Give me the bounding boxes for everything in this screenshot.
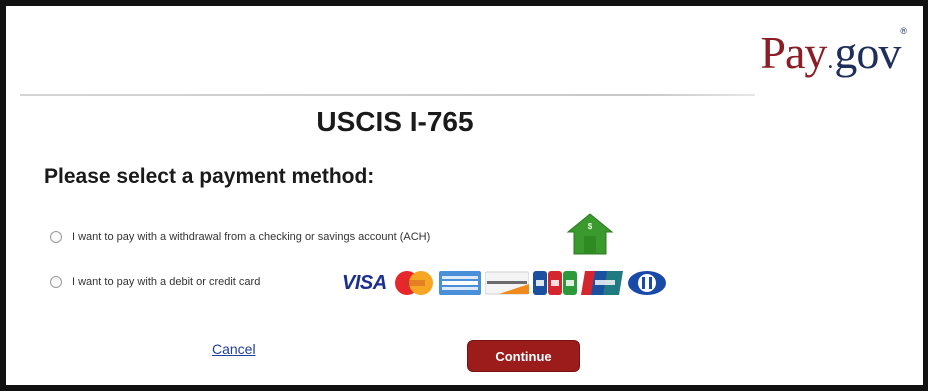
amex-logo — [438, 271, 481, 295]
card-option-label[interactable]: I want to pay with a debit or credit car… — [72, 276, 260, 288]
logo-gov-text: gov — [834, 27, 901, 78]
logo-registered-mark: ® — [900, 26, 907, 36]
diners-club-logo — [627, 271, 666, 295]
page-title: USCIS I-765 — [316, 106, 474, 137]
unionpay-logo — [580, 271, 623, 295]
ach-option-label[interactable]: I want to pay with a withdrawal from a c… — [72, 231, 430, 243]
card-logos: VISA — [342, 268, 671, 298]
ach-option[interactable]: I want to pay with a withdrawal from a c… — [50, 231, 430, 243]
mastercard-logo — [394, 271, 433, 295]
jcb-logo — [532, 271, 577, 295]
cancel-link[interactable]: Cancel — [212, 341, 256, 357]
payment-method-heading: Please select a payment method: — [44, 165, 375, 188]
header-divider — [20, 94, 755, 96]
ach-radio[interactable] — [50, 231, 62, 243]
logo-pay-text: Pay — [760, 27, 827, 78]
payment-method-page: Pay . gov ® USCIS I-765 Please select a … — [0, 0, 928, 391]
continue-button[interactable]: Continue — [467, 340, 580, 372]
paygov-logo: Pay . gov ® — [760, 22, 907, 76]
logo-dot-text: . — [827, 48, 834, 74]
card-radio[interactable] — [50, 276, 62, 288]
bank-house-icon: $ — [566, 213, 614, 255]
svg-text:$: $ — [588, 222, 593, 231]
discover-logo — [484, 271, 529, 295]
visa-logo: VISA — [342, 271, 387, 294]
card-option[interactable]: I want to pay with a debit or credit car… — [50, 276, 260, 288]
